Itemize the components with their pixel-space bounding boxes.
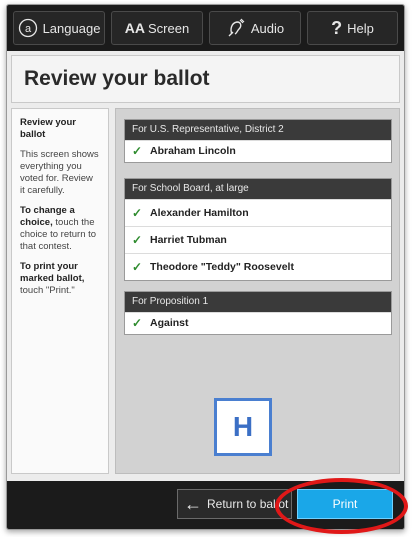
language-icon: a [18,18,38,38]
selected-choice[interactable]: ✓ Alexander Hamilton [125,199,391,226]
contest-card[interactable]: For Proposition 1 ✓ Against [124,291,392,335]
sidebar-change-instructions: To change a choice, touch the choice to … [20,205,100,253]
contest-card[interactable]: For U.S. Representative, District 2 ✓ Ab… [124,119,392,163]
print-bold: To print your marked ballot, [20,261,85,284]
contest-title: For U.S. Representative, District 2 [125,120,391,140]
selected-choice[interactable]: ✓ Theodore "Teddy" Roosevelt [125,253,391,280]
choice-label: Abraham Lincoln [150,145,236,157]
checkmark-icon: ✓ [132,232,143,247]
print-rest: touch "Print." [20,285,75,296]
checkmark-icon: ✓ [132,259,143,274]
help-label: Help [347,20,374,36]
audio-icon [226,18,246,38]
selected-choice[interactable]: ✓ Against [125,312,391,334]
screen-button[interactable]: AA Screen [111,11,203,45]
checkmark-icon: ✓ [132,144,143,158]
language-label: Language [42,20,101,36]
checkmark-icon: ✓ [132,316,143,330]
screen-label: Screen [148,20,190,36]
choice-label: Theodore "Teddy" Roosevelt [150,260,294,273]
annotation-label-box: H [214,398,272,456]
language-button[interactable]: a Language [13,11,105,45]
ballot-device-frame: a Language AA Screen Audio ? Help Review… [6,4,405,530]
choice-label: Against [150,317,189,329]
page-title: Review your ballot [24,67,210,90]
sidebar-print-instructions: To print your marked ballot, touch "Prin… [20,261,100,297]
sidebar-heading: Review your ballot [20,117,76,140]
svg-text:a: a [25,23,32,35]
selected-choice[interactable]: ✓ Harriet Tubman [125,226,391,253]
audio-button[interactable]: Audio [209,11,301,45]
audio-label: Audio [250,20,285,36]
title-bar: Review your ballot [11,55,400,103]
top-toolbar: a Language AA Screen Audio ? Help [7,5,404,51]
contest-card[interactable]: For School Board, at large ✓ Alexander H… [124,178,392,281]
choice-label: Alexander Hamilton [150,206,249,219]
choice-label: Harriet Tubman [150,233,227,246]
arrow-left-icon: ← [184,493,202,514]
help-button[interactable]: ? Help [307,11,398,45]
checkmark-icon: ✓ [132,205,143,220]
help-icon: ? [331,17,343,38]
contest-title: For School Board, at large [125,179,391,199]
selected-choice[interactable]: ✓ Abraham Lincoln [125,140,391,162]
instructions-sidebar: Review your ballot This screen shows eve… [11,108,109,474]
text-size-icon: AA [124,20,146,36]
annotation-label: H [232,411,254,442]
annotation-circle [275,478,408,534]
sidebar-intro: This screen shows everything you voted f… [20,149,99,196]
contest-title: For Proposition 1 [125,292,391,312]
